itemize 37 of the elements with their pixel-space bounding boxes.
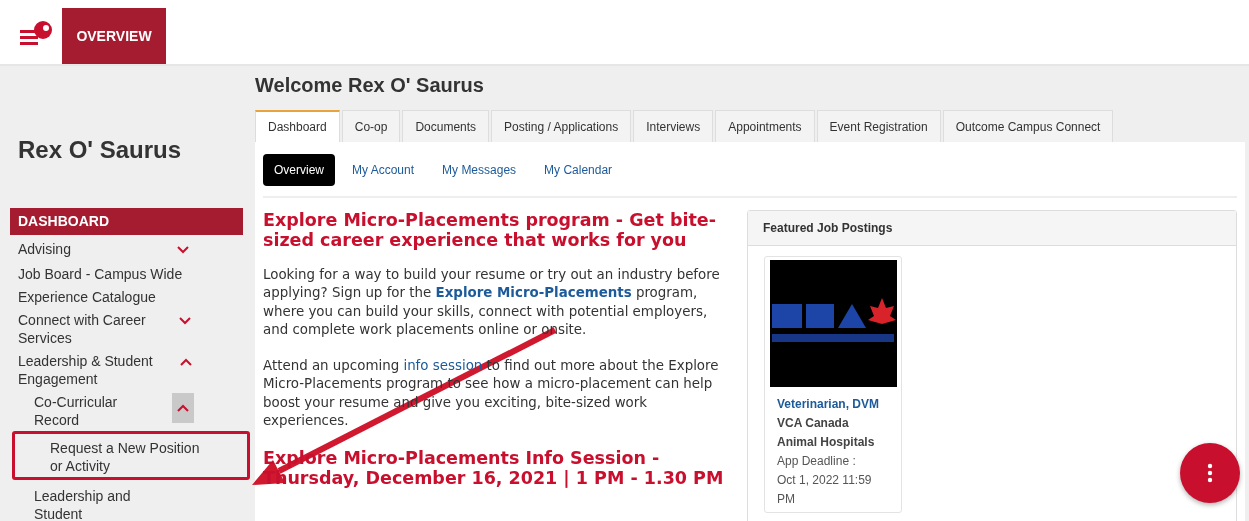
- tab[interactable]: Co-op: [341, 110, 401, 142]
- paragraph: Looking for a way to build your resume or try out an industry before applying? Sign up for the Explore Micro-Placements program, where you can build your skills, connect with potential employers, and complete work placements online or onsite.: [263, 266, 721, 339]
- tab[interactable]: Outcome Campus Connect: [942, 110, 1114, 142]
- text-link[interactable]: info session: [403, 358, 483, 374]
- deadline-label: App Deadline :: [777, 453, 857, 470]
- subtab[interactable]: My Account: [341, 154, 426, 186]
- tab[interactable]: Appointments: [715, 110, 815, 142]
- logo-icon[interactable]: [20, 20, 54, 48]
- panel-title: Featured Job Postings: [748, 211, 1236, 246]
- section-header: DASHBOARD: [10, 208, 243, 235]
- more-icon: [1207, 463, 1213, 483]
- user-name: Rex O' Saurus: [18, 136, 183, 164]
- subtab[interactable]: Overview: [263, 154, 335, 186]
- sidebar-item[interactable]: Advising: [18, 240, 71, 258]
- subtab[interactable]: My Calendar: [533, 154, 624, 186]
- sidebar-item[interactable]: Request a New Position or Activity: [50, 439, 208, 475]
- subtab[interactable]: My Messages: [431, 154, 528, 186]
- tab[interactable]: Interviews: [633, 110, 714, 142]
- sidebar-item[interactable]: Connect with Career Services: [18, 311, 176, 347]
- job-title[interactable]: Veterinarian, DVM: [777, 395, 885, 414]
- sidebar-item[interactable]: Experience Catalogue: [18, 288, 156, 306]
- tab[interactable]: Documents: [402, 110, 490, 142]
- company-name: VCA Canada Animal Hospitals: [777, 415, 876, 451]
- tab[interactable]: Posting / Applications: [491, 110, 632, 142]
- page-title: Welcome Rex O' Saurus: [255, 74, 485, 97]
- text-link[interactable]: Explore Micro-Placements: [435, 285, 632, 301]
- tab[interactable]: Dashboard: [255, 110, 340, 142]
- job-card[interactable]: Veterinarian, DVM VCA Canada Animal Hospitals App Deadline : Oct 1, 2022 11:59 PM: [764, 256, 902, 513]
- sidebar-item[interactable]: Job Board - Campus Wide: [18, 265, 183, 283]
- deadline-date: Oct 1, 2022 11:59 PM: [777, 472, 873, 508]
- sidebar-item[interactable]: Leadership and Student: [34, 487, 152, 521]
- sidebar-item[interactable]: Co-Curricular Record: [34, 393, 152, 429]
- sidebar-item[interactable]: Leadership & Student Engagement: [18, 352, 178, 388]
- chevron-icon[interactable]: [172, 393, 194, 423]
- nav-tab[interactable]: OVERVIEW: [62, 8, 166, 64]
- article-heading: Explore Micro-Placements program - Get bite-sized career experience that works for you: [263, 210, 717, 250]
- tab[interactable]: Event Registration: [816, 110, 941, 142]
